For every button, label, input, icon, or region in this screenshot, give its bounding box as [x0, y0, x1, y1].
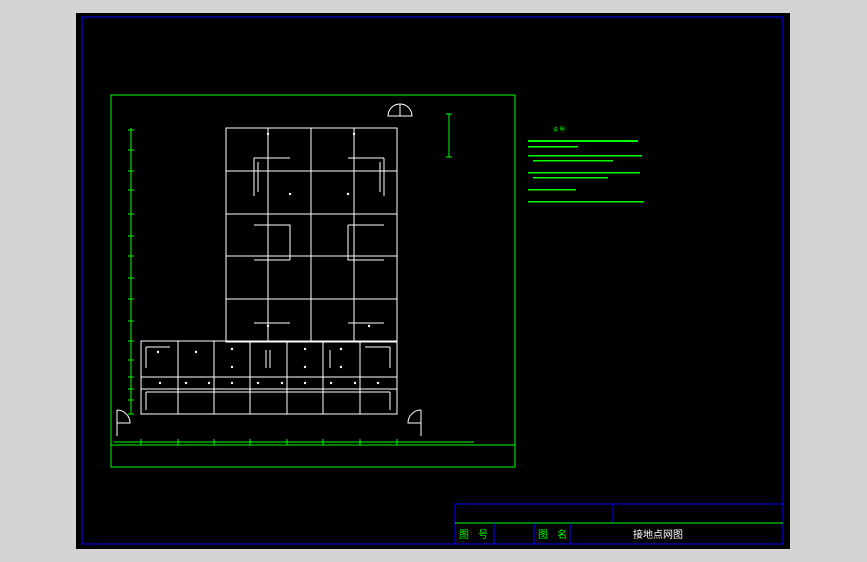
notes-heading: 说 明: [553, 127, 565, 133]
notes-block: [528, 140, 644, 203]
bottom-dimension: [114, 439, 474, 445]
lower-grid: [140, 340, 398, 415]
outer-frame: [81, 16, 784, 545]
drawing-border: [110, 94, 516, 468]
scale-bracket: [446, 113, 452, 158]
drawing-name-label: 图 名: [538, 530, 571, 541]
upper-grid: [225, 127, 398, 343]
title-block: [454, 503, 784, 545]
drawing-name: 接地点网图: [633, 530, 683, 541]
drawing-number-label: 图 号: [459, 530, 492, 541]
left-dimension: [128, 128, 134, 415]
cad-drawing: [81, 16, 784, 545]
compass-icon: [387, 103, 413, 117]
